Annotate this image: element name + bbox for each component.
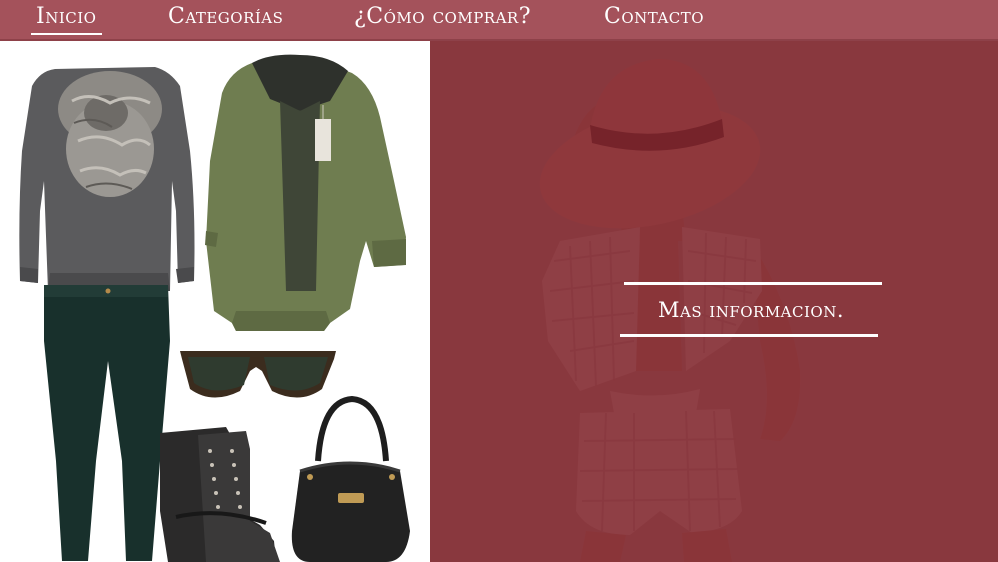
cta-label: Mas informacion.: [657, 298, 845, 322]
outfit-collage-image: [0, 41, 430, 562]
main-navigation: Inicio Categorías ¿Cómo comprar? Contact…: [0, 0, 998, 41]
mas-informacion-button[interactable]: Mas informacion.: [620, 282, 882, 338]
nav-item-contacto[interactable]: Contacto: [604, 0, 704, 34]
nav-item-categorias[interactable]: Categorías: [168, 0, 283, 34]
nav-item-inicio[interactable]: Inicio: [30, 0, 103, 35]
page: Inicio Categorías ¿Cómo comprar? Contact…: [0, 0, 998, 562]
cta-bottom-rule: [620, 334, 878, 337]
nav-item-como-comprar[interactable]: ¿Cómo comprar?: [354, 0, 531, 34]
cta-top-rule: [624, 282, 882, 285]
